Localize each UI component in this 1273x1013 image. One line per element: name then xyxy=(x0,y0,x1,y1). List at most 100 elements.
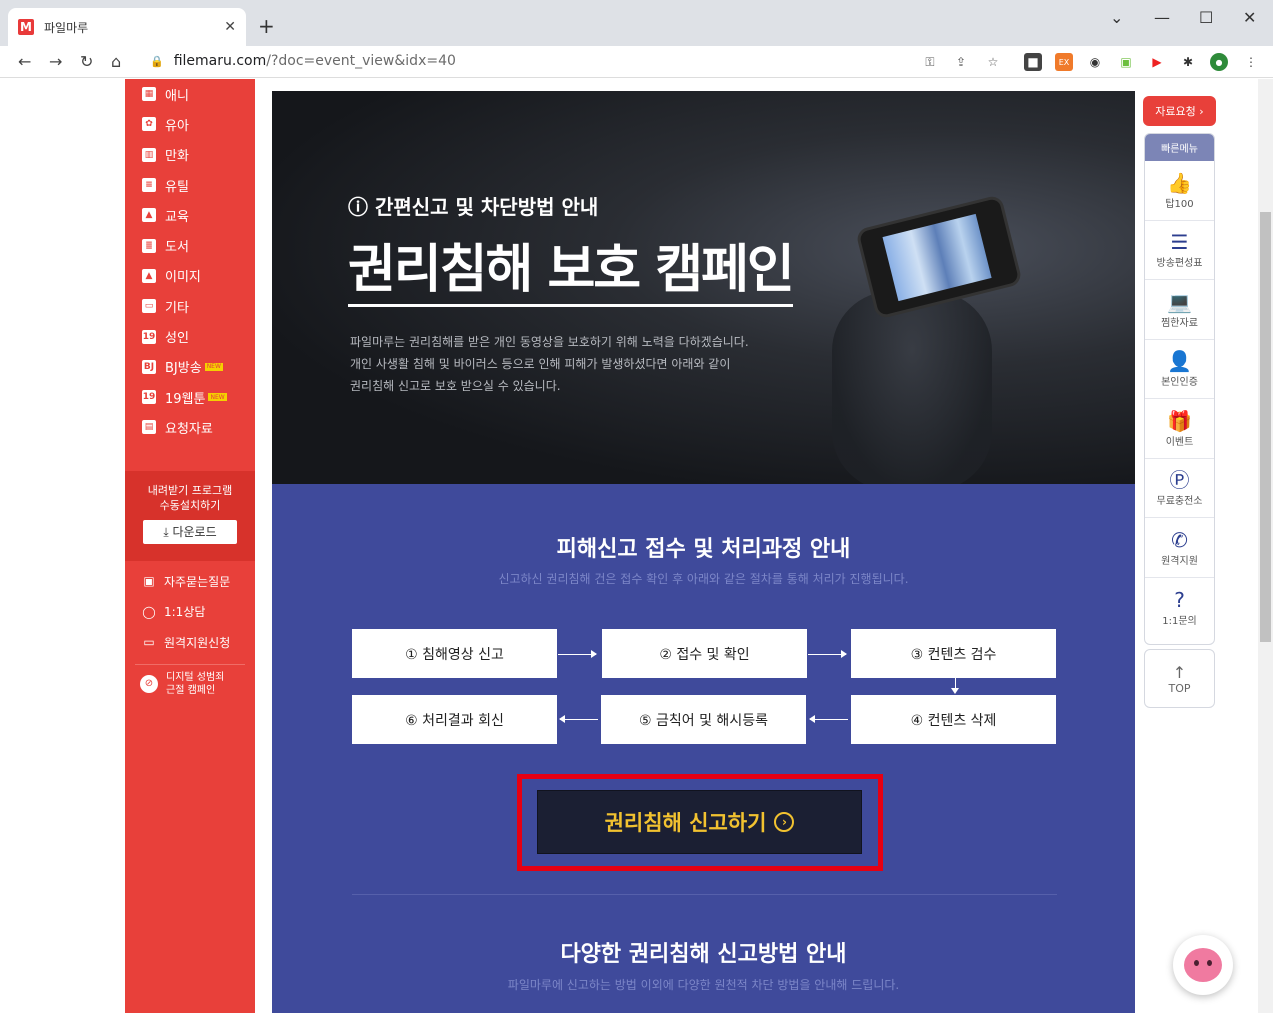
process-title: 피해신고 접수 및 처리과정 안내 xyxy=(556,537,851,562)
hero-description: 파일마루는 권리침해를 받은 개인 동영상을 보호하기 위해 노력을 다하겠습니… xyxy=(350,331,749,397)
phone-illustration xyxy=(855,194,1023,320)
hero-subtitle-text: 간편신고 및 차단방법 안내 xyxy=(374,195,599,219)
arrow-up-icon: ↑ xyxy=(1172,662,1187,682)
sidebar-item-request[interactable]: ▤ 요청자료 xyxy=(125,412,255,442)
maximize-icon[interactable]: ☐ xyxy=(1199,8,1213,27)
scrollbar-thumb[interactable] xyxy=(1260,212,1271,642)
extension-square-icon[interactable]: ■ xyxy=(1024,53,1042,71)
url-domain: filemaru.com xyxy=(173,53,267,69)
sidebar-item-bj-broadcast[interactable]: BJ BJ방송 NEW xyxy=(125,352,255,382)
sidebar-item-webtoon[interactable]: 19 19웹툰 NEW xyxy=(125,382,255,412)
tab-search-icon[interactable]: ⌄ xyxy=(1110,8,1123,27)
browser-tab-strip: M 파일마루 ✕ + ⌄ — ☐ ✕ xyxy=(0,0,1273,46)
quick-menu-header: 빠른메뉴 xyxy=(1145,134,1214,161)
extension-ex-icon[interactable]: EX xyxy=(1055,53,1073,71)
quick-item-event[interactable]: 🎁 이벤트 xyxy=(1145,399,1214,459)
quick-item-label: 본인인증 xyxy=(1161,377,1198,389)
digital-crime-campaign-link[interactable]: ⊘ 디지털 성범죄 근절 캠페인 xyxy=(125,671,255,697)
quick-item-remote-support[interactable]: ✆ 원격지원 xyxy=(1145,518,1214,578)
reload-icon[interactable]: ↻ xyxy=(80,52,93,71)
quick-item-verification[interactable]: 👤 본인인증 xyxy=(1145,340,1214,399)
sidebar-item-1on1-chat[interactable]: ◯ 1:1상담 xyxy=(125,597,255,628)
request-data-button[interactable]: 자료요청 › xyxy=(1143,96,1216,126)
quick-item-favorites[interactable]: 💻 찜한자료 xyxy=(1145,280,1214,340)
sidebar-item-faq[interactable]: ▣ 자주묻는질문 xyxy=(125,566,255,597)
quick-item-inquiry[interactable]: ? 1:1문의 xyxy=(1145,578,1214,638)
webtoon-icon: 19 xyxy=(142,390,156,405)
report-infringement-button[interactable]: 권리침해 신고하기 › xyxy=(537,790,862,854)
quick-item-label: 탑100 xyxy=(1165,198,1194,210)
sidebar-item-image[interactable]: ▲ 이미지 xyxy=(125,261,255,291)
minimize-icon[interactable]: — xyxy=(1154,8,1170,27)
extension-play-icon[interactable]: ▶ xyxy=(1148,53,1166,71)
sidebar-item-remote-support[interactable]: ▭ 원격지원신청 xyxy=(125,627,255,658)
page-scrollbar[interactable] xyxy=(1258,79,1273,1013)
share-icon[interactable]: ⇪ xyxy=(952,53,970,71)
new-tab-icon[interactable]: + xyxy=(258,14,275,38)
window-close-icon[interactable]: ✕ xyxy=(1243,8,1256,27)
sidebar-item-label: 기타 xyxy=(165,300,189,316)
browser-menu-icon[interactable]: ⋮ xyxy=(1242,53,1260,71)
download-program-box: 내려받기 프로그램 수동설치하기 ⤓ 다운로드 xyxy=(125,471,255,561)
step-2: ② 접수 및 확인 xyxy=(602,629,807,678)
campaign-line1: 디지털 성범죄 xyxy=(166,671,225,683)
user-check-icon: 👤 xyxy=(1167,349,1192,374)
address-bar[interactable]: 🔒 filemaru.com/?doc=event_view&idx=40 xyxy=(150,53,456,69)
lock-icon: 🔒 xyxy=(150,55,164,68)
step-6: ⑥ 처리결과 회신 xyxy=(352,695,557,744)
quick-item-label: 방송편성표 xyxy=(1156,258,1203,270)
chatbot-button[interactable] xyxy=(1173,935,1233,995)
sidebar-item-comic[interactable]: ▥ 만화 xyxy=(125,140,255,170)
sidebar-item-label: 도서 xyxy=(165,240,189,256)
request-icon: ▤ xyxy=(142,420,156,435)
chevron-right-circle-icon: › xyxy=(774,812,795,832)
scroll-top-button[interactable]: ↑ TOP xyxy=(1144,649,1215,708)
gift-icon: 🎁 xyxy=(1167,408,1192,433)
hero-subtitle: ⓘ 간편신고 및 차단방법 안내 xyxy=(348,191,598,220)
sidebar-item-book[interactable]: ≣ 도서 xyxy=(125,230,255,260)
sidebar-item-label: 이미지 xyxy=(165,270,201,286)
blurred-screen xyxy=(882,213,992,302)
book-icon: ≣ xyxy=(142,238,156,253)
arrow-left xyxy=(559,715,598,723)
sidebar-item-baby[interactable]: ✿ 유아 xyxy=(125,109,255,139)
bookmark-star-icon[interactable]: ☆ xyxy=(984,53,1002,71)
sidebar-item-utility[interactable]: ≡ 유틸 xyxy=(125,170,255,200)
sidebar-item-label: 요청자료 xyxy=(165,421,213,437)
hero-desc-line2: 개인 사생활 침해 및 바이러스 등으로 인해 피해가 발생하셨다면 아래와 같… xyxy=(350,357,731,371)
sidebar-item-education[interactable]: ▲ 교육 xyxy=(125,200,255,230)
back-icon[interactable]: ← xyxy=(18,52,31,71)
process-section: 피해신고 접수 및 처리과정 안내 신고하신 권리침해 건은 접수 확인 후 아… xyxy=(272,484,1135,1013)
browser-tab[interactable]: M 파일마루 ✕ xyxy=(8,8,246,46)
quick-item-top100[interactable]: 👍 탑100 xyxy=(1145,161,1214,221)
education-icon: ▲ xyxy=(142,208,156,223)
forward-icon[interactable]: → xyxy=(49,52,62,71)
home-icon[interactable]: ⌂ xyxy=(111,52,121,71)
methods-title: 다양한 권리침해 신고방법 안내 xyxy=(560,942,847,967)
new-badge: NEW xyxy=(204,362,223,371)
category-list: ▦ 애니 ✿ 유아 ▥ 만화 ≡ 유틸 ▲ 교육 ≣ 도서 ▲ 이미지 ▭ 기타 19 성인 BJ… xyxy=(125,79,255,443)
extension-circle-icon[interactable]: ◉ xyxy=(1086,53,1104,71)
profile-avatar-icon[interactable]: ● xyxy=(1210,53,1228,71)
favicon-icon: M xyxy=(18,19,34,35)
extension-green-icon[interactable]: ▣ xyxy=(1117,53,1135,71)
thumbs-up-icon: 👍 xyxy=(1167,170,1192,195)
sidebar-item-etc[interactable]: ▭ 기타 xyxy=(125,291,255,321)
sidebar-item-anime[interactable]: ▦ 애니 xyxy=(125,79,255,109)
adult-icon: 19 xyxy=(142,329,156,344)
quick-item-free-charge[interactable]: Ⓟ 무료충전소 xyxy=(1145,459,1214,518)
quick-item-schedule[interactable]: ☰ 방송편성표 xyxy=(1145,221,1214,280)
sidebar-item-adult[interactable]: 19 성인 xyxy=(125,321,255,351)
sidebar-item-label: 애니 xyxy=(165,88,189,104)
download-button[interactable]: ⤓ 다운로드 xyxy=(143,520,237,544)
extensions-puzzle-icon[interactable]: ✱ xyxy=(1179,53,1197,71)
campaign-icon: ⊘ xyxy=(140,674,158,693)
quick-item-label: 1:1문의 xyxy=(1162,615,1197,627)
arrow-left xyxy=(809,715,848,723)
close-tab-icon[interactable]: ✕ xyxy=(224,19,236,35)
chatbot-face-icon xyxy=(1184,948,1222,982)
chat-icon: ◯ xyxy=(142,604,156,619)
sidebar-item-label: 성인 xyxy=(165,331,189,347)
key-icon[interactable]: ⚿ xyxy=(921,53,939,71)
step-5: ⑤ 금칙어 및 해시등록 xyxy=(601,695,806,744)
